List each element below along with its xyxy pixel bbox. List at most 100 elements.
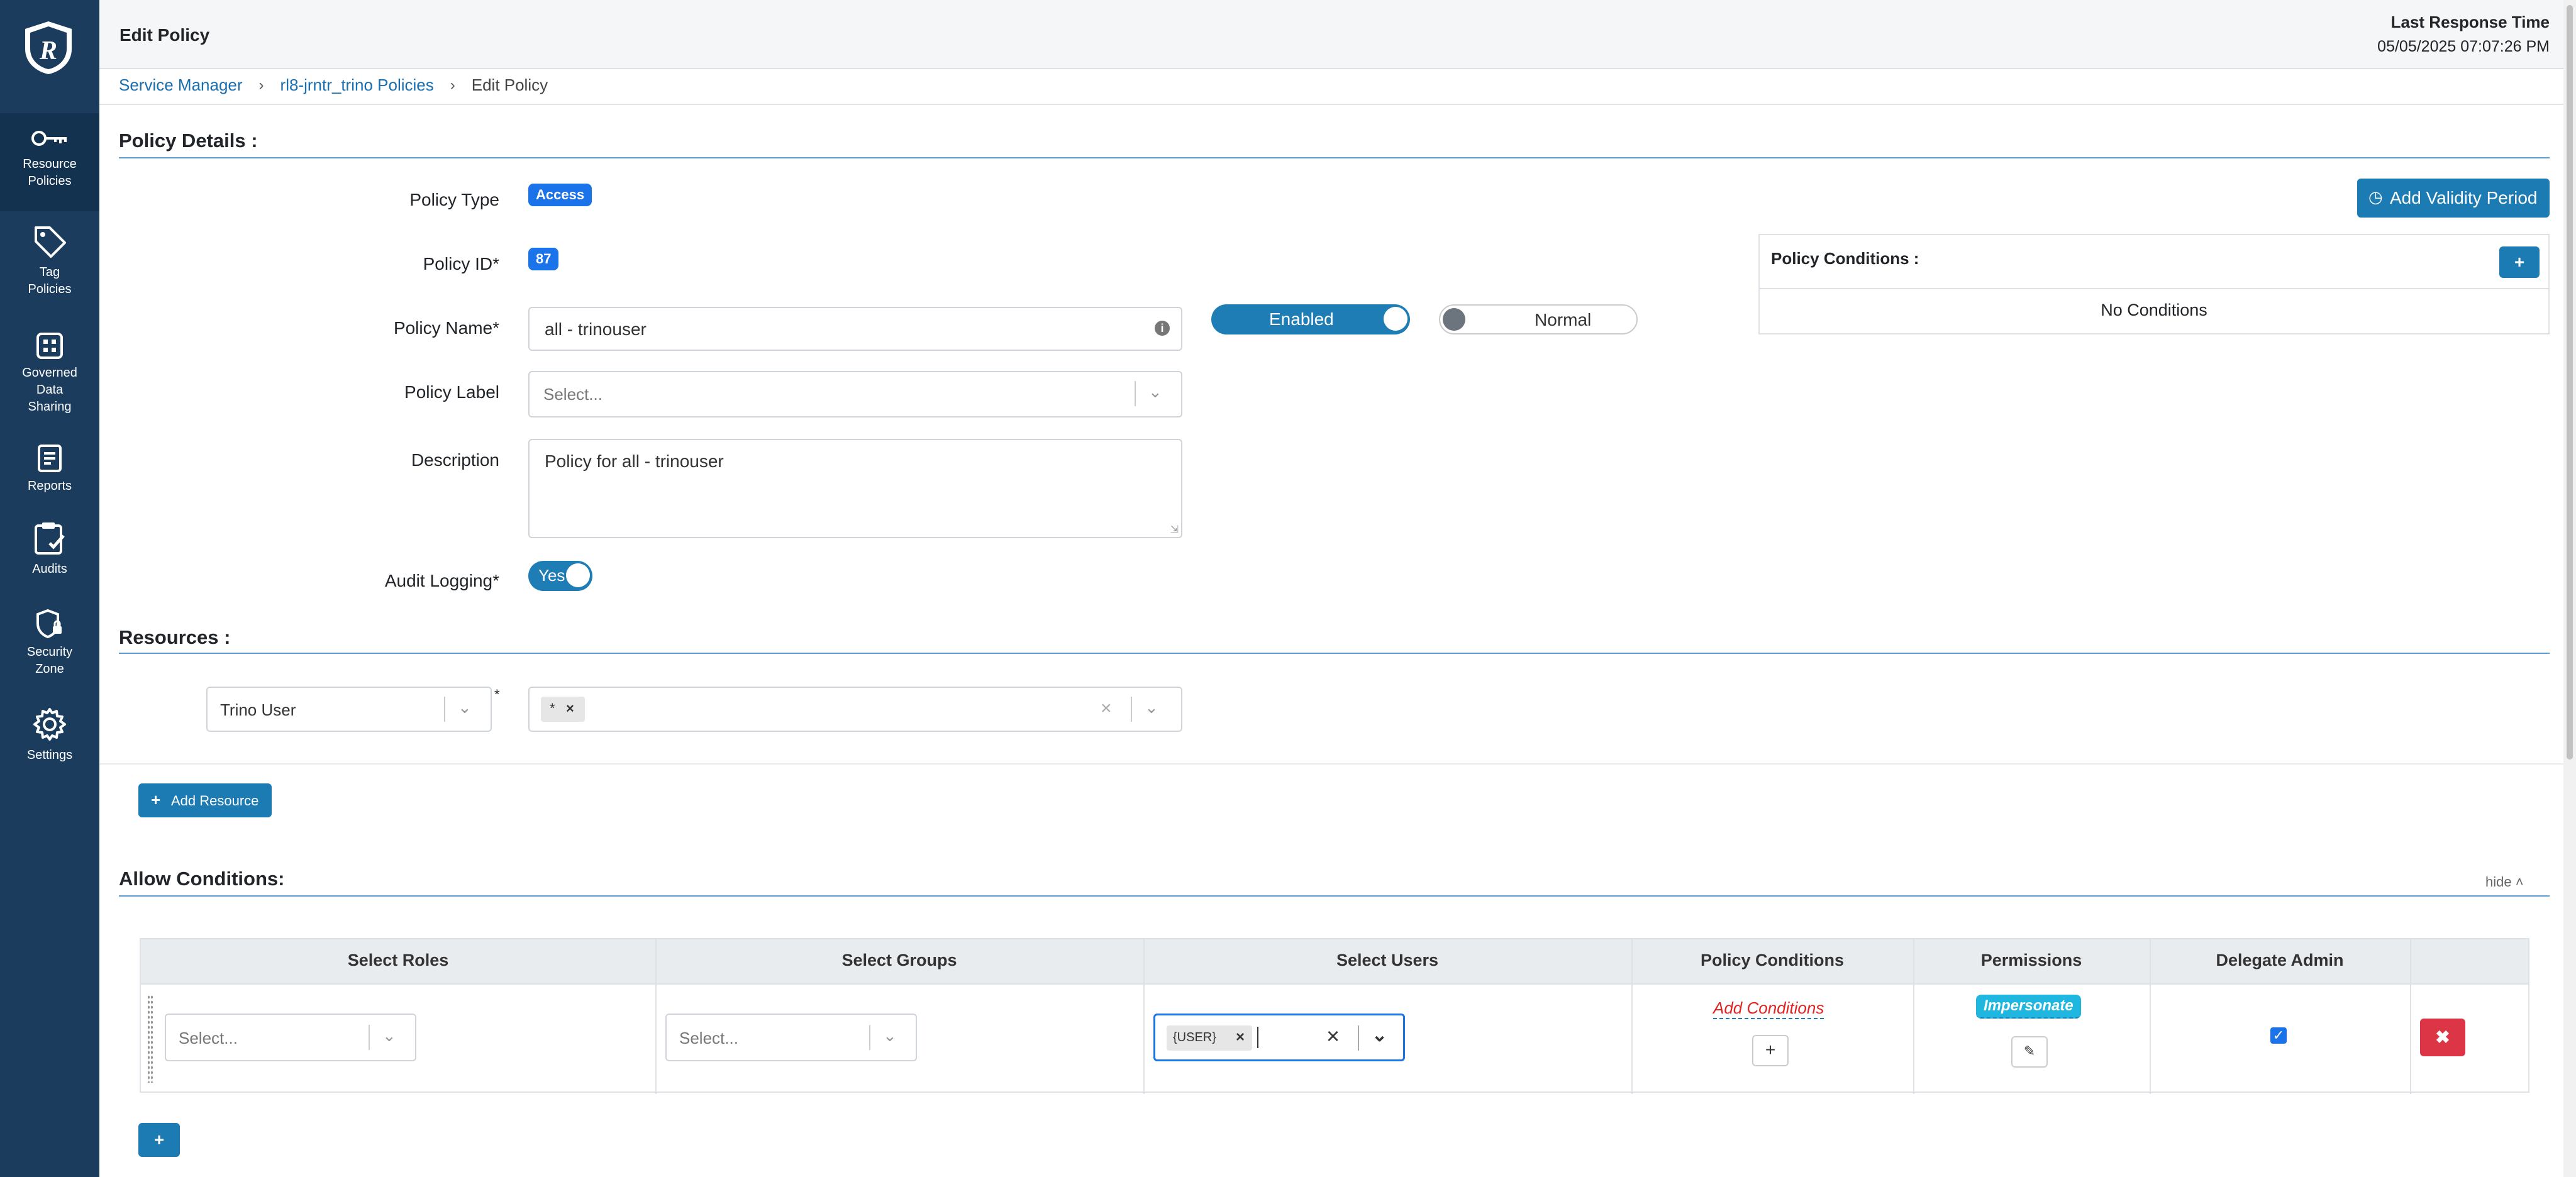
sidebar-item-audits[interactable]: Audits: [0, 521, 99, 590]
policy-label-placeholder: Select...: [543, 385, 602, 404]
description-textarea[interactable]: Policy for all - trinouser ⇲: [528, 439, 1182, 538]
column-header: Policy Conditions: [1700, 951, 1844, 970]
shield-lock-icon: [36, 609, 62, 639]
chevron-down-icon[interactable]: ⌄: [382, 1026, 396, 1046]
sidebar-item-resource-policies[interactable]: Resource Policies: [0, 113, 99, 211]
resources-title: Resources :: [119, 626, 231, 648]
sidebar-item-label: Tag: [39, 265, 60, 279]
text-cursor: [1257, 1027, 1258, 1048]
toggle-knob: [1384, 307, 1407, 331]
info-icon[interactable]: i: [1155, 321, 1170, 336]
description-label: Description: [411, 450, 499, 470]
chevron-down-icon[interactable]: ⌄: [1372, 1024, 1387, 1046]
audit-logging-toggle[interactable]: Yes: [528, 561, 592, 591]
sidebar-item-label: Policies: [28, 174, 72, 188]
toggle-label: Yes: [538, 566, 565, 585]
sidebar-item-security-zone[interactable]: Security Zone: [0, 609, 99, 690]
page-title: Edit Policy: [119, 25, 210, 45]
clear-icon[interactable]: ×: [1101, 698, 1112, 719]
add-resource-button[interactable]: + Add Resource: [138, 783, 272, 817]
breadcrumb-service-manager[interactable]: Service Manager: [119, 75, 243, 95]
add-validity-period-button[interactable]: ◷ Add Validity Period: [2357, 179, 2550, 218]
sidebar-item-tag-policies[interactable]: Tag Policies: [0, 224, 99, 312]
svg-text:R: R: [39, 36, 57, 65]
delete-row-button[interactable]: ✖: [2420, 1019, 2465, 1056]
policy-conditions-header: Policy Conditions : +: [1760, 235, 2548, 289]
permission-badge[interactable]: Impersonate: [1976, 995, 2081, 1019]
policy-enabled-toggle[interactable]: Enabled: [1211, 304, 1410, 334]
column-header: Select Roles: [347, 951, 449, 970]
page-header: Edit Policy Last Response Time 05/05/202…: [99, 0, 2576, 69]
column-divider: [1913, 939, 1914, 1094]
breadcrumb: Service Manager › rl8-jrntr_trino Polici…: [119, 75, 548, 95]
sidebar-item-settings[interactable]: Settings: [0, 707, 99, 776]
scrollbar-thumb[interactable]: [2567, 5, 2573, 760]
toggle-label: Enabled: [1269, 309, 1334, 329]
remove-tag-icon[interactable]: ×: [1236, 1029, 1245, 1046]
policy-label-select[interactable]: Select... ⌄: [528, 371, 1182, 417]
toggle-knob: [1443, 308, 1465, 331]
section-divider: [119, 895, 2550, 897]
groups-placeholder: Select...: [679, 1029, 738, 1047]
no-conditions-text: No Conditions: [2101, 301, 2207, 319]
policy-conditions-title: Policy Conditions :: [1771, 249, 1919, 268]
chevron-down-icon[interactable]: ⌄: [883, 1026, 897, 1046]
section-divider: [119, 157, 2550, 158]
breadcrumb-service-policies[interactable]: rl8-jrntr_trino Policies: [280, 75, 434, 95]
grid-icon: [36, 333, 63, 359]
resource-type-select[interactable]: Trino User ⌄: [206, 687, 492, 732]
sidebar-item-label: Zone: [35, 662, 64, 676]
select-divider: [369, 1025, 370, 1050]
add-conditions-link[interactable]: Add Conditions: [1713, 998, 1824, 1019]
sidebar-item-reports[interactable]: Reports: [0, 444, 99, 507]
sidebar-item-label: Settings: [26, 748, 73, 762]
column-divider: [1143, 939, 1145, 1094]
add-validity-label: Add Validity Period: [2390, 188, 2538, 207]
report-icon: [38, 445, 62, 472]
resize-handle-icon[interactable]: ⇲: [1170, 523, 1179, 536]
select-divider: [1358, 1025, 1359, 1051]
edit-permissions-pencil-icon[interactable]: ✎: [2011, 1036, 2048, 1068]
resource-value-select[interactable]: * × × ⌄: [528, 687, 1182, 732]
toggle-knob: [566, 563, 590, 587]
add-row-button[interactable]: +: [138, 1123, 180, 1157]
column-header: Select Groups: [841, 951, 957, 970]
policy-name-value: all - trinouser: [545, 319, 647, 339]
key-icon: [31, 131, 67, 146]
ranger-logo[interactable]: R: [23, 20, 74, 75]
delegate-admin-checkbox[interactable]: ✓: [2270, 1027, 2287, 1044]
breadcrumb-current: Edit Policy: [471, 75, 548, 94]
roles-select[interactable]: Select... ⌄: [165, 1014, 416, 1061]
users-select[interactable]: {USER} × × ⌄: [1153, 1014, 1405, 1061]
groups-select[interactable]: Select... ⌄: [665, 1014, 917, 1061]
add-condition-button[interactable]: +: [1752, 1035, 1789, 1066]
chevron-down-icon[interactable]: ⌄: [1148, 382, 1162, 402]
clear-icon[interactable]: ×: [1326, 1023, 1340, 1049]
column-divider: [655, 939, 657, 1094]
policy-priority-toggle[interactable]: Normal: [1439, 304, 1638, 334]
sidebar-item-label: Policies: [28, 282, 72, 296]
chevron-down-icon[interactable]: ⌄: [458, 698, 472, 717]
remove-tag-icon[interactable]: ×: [566, 700, 574, 717]
chevron-right-icon: ›: [450, 76, 455, 94]
resource-type-value: Trino User: [220, 700, 296, 719]
chevron-up-icon: ˄: [2515, 874, 2524, 890]
gear-icon: [33, 708, 66, 741]
sidebar-item-label: Security: [26, 645, 73, 659]
sidebar-item-label: Audits: [32, 562, 67, 576]
drag-handle-icon[interactable]: [147, 995, 153, 1083]
select-divider: [1135, 381, 1136, 406]
policy-details-title: Policy Details :: [119, 130, 258, 152]
clock-icon: ◷: [2368, 187, 2383, 206]
sidebar-item-governed-data-sharing[interactable]: Governed Data Sharing: [0, 332, 99, 426]
chevron-down-icon[interactable]: ⌄: [1145, 698, 1158, 717]
column-header: Permissions: [1980, 951, 2082, 970]
policy-name-input[interactable]: all - trinouser i: [528, 307, 1182, 351]
add-resource-label: Add Resource: [171, 793, 259, 809]
page-scrollbar[interactable]: [2563, 0, 2576, 1177]
hide-toggle[interactable]: hide ˄: [2485, 874, 2524, 890]
sidebar-item-label: Data: [36, 383, 64, 397]
add-policy-condition-button[interactable]: +: [2499, 246, 2540, 278]
sidebar: R Resource Policies Tag Policies Governe…: [0, 0, 99, 1177]
plus-icon: +: [151, 790, 161, 809]
